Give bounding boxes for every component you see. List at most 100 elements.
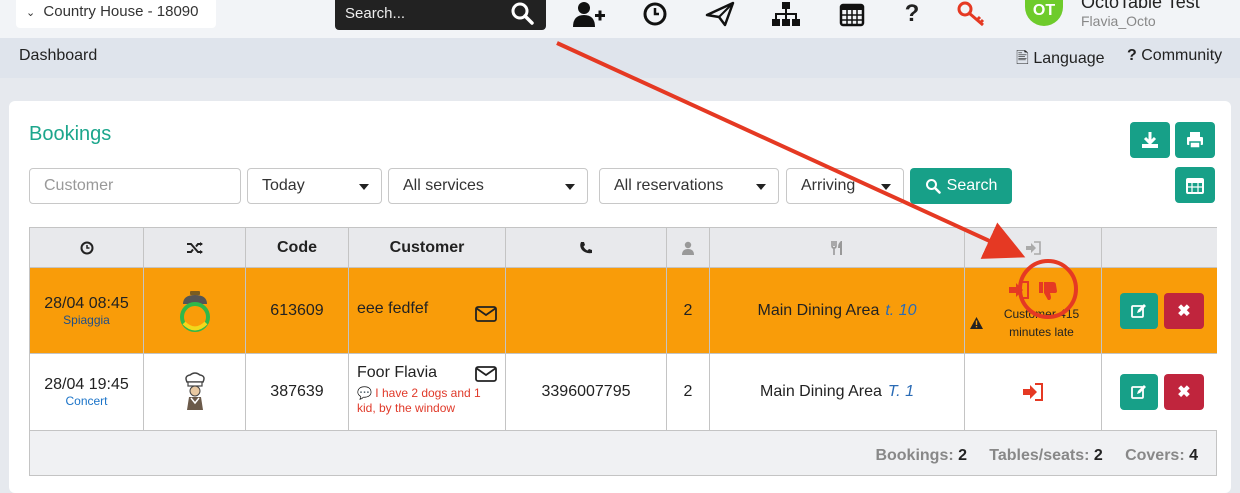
customer-field[interactable] bbox=[29, 168, 241, 204]
search-icon bbox=[925, 179, 941, 194]
community-label: Community bbox=[1141, 47, 1223, 64]
row2-datetime-cell[interactable]: 28/04 19:45 Concert bbox=[30, 354, 144, 431]
sign-in-icon[interactable] bbox=[1008, 280, 1030, 299]
services-select-value: All services bbox=[403, 177, 484, 194]
search-input[interactable] bbox=[345, 2, 505, 24]
sitemap-icon[interactable] bbox=[768, 0, 804, 28]
edit-button[interactable] bbox=[1120, 293, 1158, 329]
user-name[interactable]: OctoTable Test bbox=[1081, 0, 1200, 13]
envelope-icon[interactable] bbox=[475, 366, 497, 382]
clock-icon bbox=[80, 241, 93, 254]
cutlery-icon bbox=[831, 240, 842, 255]
edit-button[interactable] bbox=[1120, 374, 1158, 410]
chevron-down-icon: ⌄ bbox=[26, 7, 36, 19]
paper-plane-icon[interactable] bbox=[702, 0, 738, 28]
breadcrumb-dashboard[interactable]: Dashboard bbox=[19, 47, 97, 65]
key-icon[interactable] bbox=[954, 0, 990, 28]
row1-customer-name[interactable]: eee fedfef bbox=[357, 300, 428, 322]
column-table[interactable] bbox=[710, 228, 965, 268]
row2-phone[interactable]: 3396007795 bbox=[506, 354, 667, 431]
calendar-button[interactable] bbox=[1175, 167, 1215, 203]
caret-down-icon bbox=[359, 184, 369, 190]
bookings-count-label: Bookings: bbox=[875, 447, 954, 464]
envelope-icon[interactable] bbox=[475, 306, 497, 322]
language-label: Language bbox=[1033, 50, 1105, 67]
download-button[interactable] bbox=[1130, 122, 1170, 158]
venue-selector[interactable]: ⌄ Country House - 18090 bbox=[16, 0, 216, 28]
shuffle-icon bbox=[186, 241, 203, 254]
print-button[interactable] bbox=[1175, 122, 1215, 158]
language-link[interactable]: 🖹 Language bbox=[1016, 47, 1105, 74]
status-select[interactable]: Arriving bbox=[786, 168, 904, 204]
bookings-count: 2 bbox=[958, 447, 968, 464]
clock-icon[interactable] bbox=[637, 0, 673, 28]
row1-datetime-cell[interactable]: 28/04 08:45 Spiaggia bbox=[30, 268, 144, 354]
tables-count-label: Tables/seats: bbox=[989, 447, 1090, 464]
column-phone[interactable] bbox=[506, 228, 667, 268]
column-code[interactable]: Code bbox=[246, 228, 349, 268]
cloche-icon bbox=[179, 290, 210, 332]
search-button-label: Search bbox=[946, 177, 998, 194]
venue-name: Country House - 18090 bbox=[43, 3, 199, 20]
thumbs-down-icon[interactable] bbox=[1038, 281, 1058, 301]
calendar-icon[interactable] bbox=[834, 0, 870, 28]
warning-icon bbox=[969, 316, 983, 329]
edit-icon bbox=[1131, 385, 1146, 399]
delete-button[interactable]: ✖ bbox=[1164, 293, 1204, 329]
avatar[interactable]: OT bbox=[1025, 0, 1063, 26]
row2-customer-cell[interactable]: Foor Flavia 💬 I have 2 dogs and 1 kid, b… bbox=[349, 354, 506, 431]
add-user-icon[interactable] bbox=[571, 0, 607, 28]
table-summary: Bookings: 2 Tables/seats: 2 Covers: 4 bbox=[875, 447, 1198, 465]
download-icon bbox=[1142, 132, 1158, 148]
row2-customer-name[interactable]: Foor Flavia bbox=[357, 364, 437, 382]
calendar-icon bbox=[1186, 178, 1204, 194]
row2-note-text: I have 2 dogs and 1 kid, by the window bbox=[357, 386, 481, 415]
column-source[interactable] bbox=[144, 228, 246, 268]
phone-icon bbox=[580, 241, 592, 253]
row1-status-text: Customer 415 minutes late bbox=[1003, 306, 1080, 339]
column-covers[interactable] bbox=[667, 228, 710, 268]
search-icon[interactable] bbox=[510, 1, 534, 30]
row2-actions-cell: ✖ bbox=[1102, 354, 1217, 431]
covers-count-label: Covers: bbox=[1125, 447, 1185, 464]
covers-count: 4 bbox=[1189, 447, 1198, 464]
services-select[interactable]: All services bbox=[388, 168, 588, 204]
row2-source-cell bbox=[144, 354, 246, 431]
bookings-table: Code Customer 28/04 08:45 Spiaggia 61360… bbox=[29, 227, 1217, 476]
date-select[interactable]: Today bbox=[247, 168, 382, 204]
close-icon: ✖ bbox=[1177, 303, 1191, 320]
customer-input[interactable] bbox=[44, 177, 226, 195]
row1-arrival-cell: Customer 415 minutes late bbox=[965, 268, 1102, 354]
sign-in-icon bbox=[1026, 240, 1041, 255]
reservations-select[interactable]: All reservations bbox=[599, 168, 779, 204]
caret-down-icon bbox=[756, 184, 766, 190]
row1-table-cell[interactable]: Main Dining Area t. 10 bbox=[710, 268, 965, 354]
row1-table-ref: t. 10 bbox=[885, 301, 917, 319]
column-actions bbox=[1102, 228, 1217, 268]
date-select-value: Today bbox=[262, 177, 305, 194]
row1-phone[interactable] bbox=[506, 268, 667, 354]
top-bar: ⌄ Country House - 18090 ? OT OctoTable T… bbox=[0, 0, 1240, 38]
sub-bar: Dashboard 🖹 Language ? Community bbox=[0, 38, 1240, 78]
column-arrival[interactable] bbox=[965, 228, 1102, 268]
sign-in-icon[interactable] bbox=[1022, 383, 1044, 401]
chef-icon bbox=[184, 372, 205, 410]
column-time[interactable] bbox=[30, 228, 144, 268]
community-link[interactable]: ? Community bbox=[1127, 47, 1222, 65]
row1-customer-cell[interactable]: eee fedfef bbox=[349, 268, 506, 354]
row2-table-cell[interactable]: Main Dining Area T. 1 bbox=[710, 354, 965, 431]
print-icon bbox=[1187, 132, 1203, 149]
search-button[interactable]: Search bbox=[910, 168, 1012, 204]
edit-icon bbox=[1131, 304, 1146, 318]
row2-note: 💬 I have 2 dogs and 1 kid, by the window bbox=[357, 386, 497, 416]
question-icon[interactable]: ? bbox=[894, 0, 930, 28]
user-login: Flavia_Octo bbox=[1081, 13, 1156, 29]
delete-button[interactable]: ✖ bbox=[1164, 374, 1204, 410]
page-title: Bookings bbox=[29, 123, 112, 145]
column-customer[interactable]: Customer bbox=[349, 228, 506, 268]
tables-count: 2 bbox=[1093, 447, 1103, 464]
global-search bbox=[335, 0, 546, 30]
row1-actions-cell: ✖ bbox=[1102, 268, 1217, 354]
row2-code[interactable]: 387639 bbox=[246, 354, 349, 431]
row1-code[interactable]: 613609 bbox=[246, 268, 349, 354]
